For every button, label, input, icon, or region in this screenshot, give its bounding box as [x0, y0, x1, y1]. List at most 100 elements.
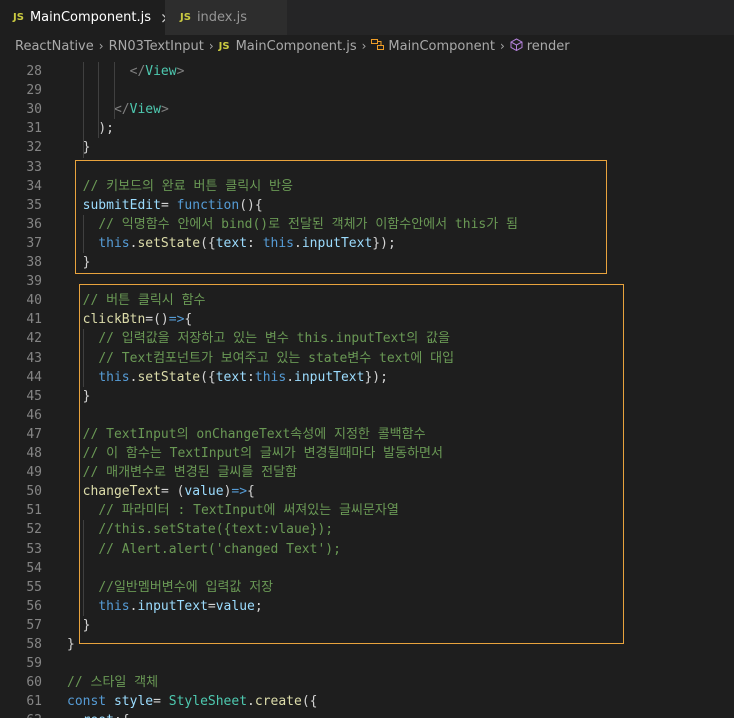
- code-token: }: [82, 388, 91, 404]
- code-text: // 입력값을 저장하고 있는 변수 this.inputText의 값을: [98, 329, 450, 348]
- code-token: :: [247, 235, 263, 251]
- line-number: 45: [26, 388, 42, 404]
- line-number: 34: [26, 178, 42, 194]
- code-line[interactable]: 50 changeText= (value)=>{: [0, 482, 734, 501]
- code-line[interactable]: 51 // 파라미터 : TextInput에 써져있는 글씨문자열: [0, 501, 734, 520]
- line-number: 49: [26, 465, 42, 481]
- code-line[interactable]: 30 </View>: [0, 100, 734, 119]
- code-text: submitEdit= function(){: [83, 196, 263, 215]
- breadcrumb-class[interactable]: MainComponent: [388, 39, 495, 54]
- code-token: }: [82, 617, 91, 633]
- code-token: function: [176, 197, 240, 213]
- code-line[interactable]: 43 // Text컴포넌트가 보여주고 있는 state변수 text에 대입: [0, 349, 734, 368]
- code-line[interactable]: 36 // 익명함수 안에서 bind()로 전달된 객체가 이함수안에서 thi…: [0, 215, 734, 234]
- code-token: // 키보드의 완료 버튼 클릭시 반응: [82, 178, 293, 194]
- code-token: root: [83, 713, 114, 718]
- code-line[interactable]: 53 // Alert.alert('changed Text');: [0, 540, 734, 559]
- line-number: 38: [26, 255, 42, 270]
- code-token: .: [286, 369, 295, 385]
- code-token: // 파라미터 : TextInput에 써져있는 글씨문자열: [98, 503, 399, 519]
- line-number: 39: [26, 274, 42, 290]
- code-text: // 익명함수 안에서 bind()로 전달된 객체가 이함수안에서 this가…: [98, 215, 518, 234]
- code-line[interactable]: 31);: [0, 119, 734, 138]
- code-line[interactable]: 49 // 매개변수로 변경된 글씨를 전달함: [0, 463, 734, 482]
- code-line[interactable]: 47 // TextInput의 onChangeText속성에 지정한 콜백함수: [0, 425, 734, 444]
- code-line[interactable]: 33: [0, 158, 734, 177]
- code-text: </View>: [114, 100, 169, 119]
- code-token: ;: [254, 598, 263, 614]
- indent-guide: [82, 62, 84, 158]
- code-line[interactable]: 62 root:{: [0, 711, 734, 718]
- line-number: 46: [26, 407, 42, 423]
- indent-guide: [82, 520, 84, 616]
- tab-main-component[interactable]: JS MainComponent.js ×: [0, 0, 173, 35]
- code-line[interactable]: 46: [0, 406, 734, 425]
- breadcrumb-folder[interactable]: RN03TextInput: [109, 39, 204, 54]
- code-token: this: [98, 598, 130, 614]
- code-line[interactable]: 61 const style= StyleSheet.create({: [0, 692, 734, 711]
- code-line[interactable]: 32}: [0, 138, 734, 157]
- code-text: root:{: [83, 711, 130, 718]
- code-token: });: [372, 235, 396, 251]
- code-line[interactable]: 39: [0, 272, 734, 291]
- code-token: setState: [137, 235, 201, 251]
- code-line[interactable]: 40 // 버튼 클릭시 함수: [0, 291, 734, 310]
- code-text: }: [83, 616, 91, 635]
- code-line[interactable]: 56 this.inputText=value;: [0, 597, 734, 616]
- line-number: 42: [26, 331, 42, 347]
- code-text: clickBtn=()=>{: [83, 310, 193, 329]
- javascript-file-icon: JS: [13, 12, 24, 23]
- breadcrumb: ReactNative › RN03TextInput › JS MainCom…: [0, 35, 734, 57]
- code-text: // 이 함수는 TextInput의 글씨가 변경될때마다 발동하면서: [83, 444, 443, 463]
- code-token: text: [215, 235, 248, 251]
- code-line[interactable]: 54: [0, 559, 734, 578]
- code-token: // Alert.alert('changed Text');: [98, 541, 341, 557]
- code-token: (){: [239, 197, 263, 213]
- tab-index[interactable]: JS index.js: [165, 0, 287, 35]
- code-line[interactable]: 60 // 스타일 객체: [0, 673, 734, 692]
- code-token: this: [262, 235, 295, 251]
- code-line[interactable]: 42 // 입력값을 저장하고 있는 변수 this.inputText의 값을: [0, 329, 734, 348]
- breadcrumb-file[interactable]: MainComponent.js: [236, 39, 357, 54]
- breadcrumb-method[interactable]: render: [527, 39, 570, 54]
- code-token: //일반멤버변수에 입력값 저장: [98, 579, 274, 595]
- code-text: }: [83, 253, 91, 272]
- code-text: // 파라미터 : TextInput에 써져있는 글씨문자열: [98, 501, 399, 520]
- code-line[interactable]: 52 //this.setState({text:vlaue});: [0, 520, 734, 539]
- code-token: ({: [200, 369, 216, 385]
- line-number: 37: [26, 235, 42, 251]
- code-line[interactable]: 48 // 이 함수는 TextInput의 글씨가 변경될때마다 발동하면서: [0, 444, 734, 463]
- code-line[interactable]: 57}: [0, 616, 734, 635]
- code-line[interactable]: 28 </View>: [0, 62, 734, 81]
- code-line[interactable]: 58}: [0, 635, 734, 654]
- line-number: 35: [26, 197, 42, 213]
- line-number: 36: [26, 216, 42, 232]
- code-line[interactable]: 45}: [0, 387, 734, 406]
- code-token: text: [215, 369, 248, 385]
- line-number: 51: [26, 503, 42, 519]
- code-line[interactable]: 35 submitEdit= function(){: [0, 196, 734, 215]
- line-number: 28: [26, 64, 42, 79]
- code-token: }: [82, 140, 91, 156]
- line-number: 60: [26, 675, 42, 691]
- javascript-file-icon: JS: [180, 12, 191, 23]
- line-number: 44: [26, 369, 42, 385]
- breadcrumb-project[interactable]: ReactNative: [15, 39, 94, 54]
- code-line[interactable]: 41 clickBtn=()=>{: [0, 310, 734, 329]
- code-text: }: [83, 138, 91, 157]
- code-line[interactable]: 55 //일반멤버변수에 입력값 저장: [0, 578, 734, 597]
- code-editor[interactable]: 28 </View> 29 30 </View> 31); 32} 33 34// 키보드의 완…: [0, 57, 734, 718]
- method-cube-icon: [510, 37, 523, 55]
- code-line[interactable]: 38}: [0, 253, 734, 272]
- code-line[interactable]: 44 this.setState({text:this.inputText});: [0, 368, 734, 387]
- code-line[interactable]: 34 // 키보드의 완료 버튼 클릭시 반응: [0, 177, 734, 196]
- code-line[interactable]: 29: [0, 81, 734, 100]
- code-text: this.setState({text:this.inputText});: [98, 368, 388, 387]
- tab-label: index.js: [196, 10, 248, 25]
- line-number: 47: [26, 426, 42, 442]
- code-line[interactable]: 59: [0, 654, 734, 673]
- line-number: 31: [26, 121, 42, 137]
- code-token: value: [215, 598, 255, 614]
- code-line[interactable]: 37 this.setState({text: this.inputText});: [0, 234, 734, 253]
- code-token: );: [98, 121, 114, 137]
